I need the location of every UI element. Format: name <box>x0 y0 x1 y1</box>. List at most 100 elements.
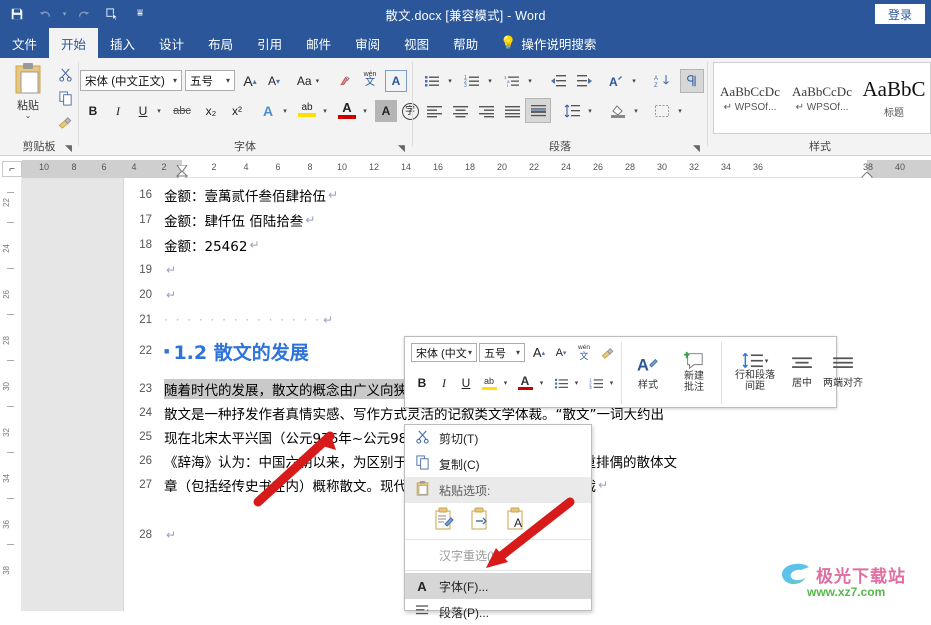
tab-layout[interactable]: 布局 <box>196 28 245 58</box>
undo-dropdown-icon[interactable]: ▾ <box>60 2 69 26</box>
tab-home[interactable]: 开始 <box>49 28 99 58</box>
subscript-button[interactable]: x₂ <box>199 100 223 122</box>
quick-access-toolbar[interactable]: ▾ ⩸ <box>4 0 153 28</box>
vertical-ruler[interactable]: 22 24 26 28 30 32 34 36 38 <box>0 178 22 611</box>
mini-styles-button[interactable]: A 样式 <box>627 343 669 401</box>
mini-justify-button[interactable]: 两端对齐 <box>819 343 867 401</box>
asian-layout-dropdown-icon[interactable]: ▾ <box>628 70 640 92</box>
paragraph-dialog-launcher[interactable]: ◥ <box>693 143 703 153</box>
align-right-button[interactable] <box>474 100 498 122</box>
tab-design[interactable]: 设计 <box>147 28 196 58</box>
customize-qat-icon[interactable]: ⩸ <box>127 2 153 26</box>
mini-center-button[interactable]: 居中 <box>785 343 819 401</box>
document-line[interactable]: 18 金额：25462 ↵ <box>124 232 931 257</box>
undo-icon[interactable] <box>32 2 58 26</box>
paste-button[interactable]: 粘贴 ⌄ <box>4 62 52 134</box>
mini-phonetic-button[interactable]: wén 文 <box>573 341 595 363</box>
shading-button[interactable] <box>606 100 630 122</box>
mini-grow-font-button[interactable]: A ▴ <box>529 343 549 362</box>
char-shading-button[interactable]: A <box>375 100 397 122</box>
mini-bullets-button[interactable] <box>551 373 571 393</box>
mini-bullets-dropdown-icon[interactable]: ▾ <box>571 373 582 393</box>
line-spacing-button[interactable] <box>560 100 584 122</box>
context-menu-paste-options[interactable]: A <box>405 503 591 537</box>
mini-toolbar[interactable]: 宋体 (中文 ▾ 五号 ▾ A ▴ A ▾ wén 文 B I U ab ▾ A ▾… <box>404 336 863 408</box>
tab-view[interactable]: 视图 <box>392 28 441 58</box>
keep-text-only-icon[interactable]: A <box>505 507 527 533</box>
mini-bold-button[interactable]: B <box>413 373 431 393</box>
save-icon[interactable] <box>4 2 30 26</box>
character-border-button[interactable]: A <box>385 70 407 92</box>
copy-button[interactable] <box>54 87 76 109</box>
format-painter-button[interactable] <box>54 111 76 133</box>
tab-mailings[interactable]: 邮件 <box>294 28 343 58</box>
document-line[interactable]: 19 ↵ <box>124 257 931 282</box>
font-name-combo[interactable]: 宋体 (中文正文) ▾ <box>80 70 182 91</box>
line-spacing-dropdown-icon[interactable]: ▾ <box>584 100 596 122</box>
context-menu-item-font[interactable]: A 字体(F)... <box>405 573 591 599</box>
underline-dropdown-icon[interactable]: ▾ <box>153 100 165 122</box>
style-item-2[interactable]: AaBbCcDc ↵ WPSOf... <box>786 63 858 133</box>
style-item-3[interactable]: AaBbC 标题 <box>858 63 930 133</box>
mini-numbering-button[interactable]: 123 <box>586 373 606 393</box>
redo-icon[interactable] <box>71 2 97 26</box>
document-line[interactable]: 20 ↵ <box>124 282 931 307</box>
clipboard-dialog-launcher[interactable]: ◥ <box>65 143 75 153</box>
document-line[interactable]: 16 金额：壹萬贰仟叁佰肆拾伍 ↵ <box>124 182 931 207</box>
text-effects-button[interactable]: A <box>257 100 279 122</box>
mini-font-color-button[interactable]: A <box>515 371 535 395</box>
bullets-button[interactable] <box>420 70 444 92</box>
document-line[interactable]: 21 · · · · · · · · · · · · · · ↵ <box>124 307 931 332</box>
distribute-button[interactable] <box>500 100 524 122</box>
change-case-button[interactable]: Aa ▾ <box>291 70 325 92</box>
font-size-combo[interactable]: 五号 ▾ <box>185 70 235 91</box>
align-left-button[interactable] <box>422 100 446 122</box>
asian-layout-button[interactable]: A <box>604 70 628 92</box>
tab-file[interactable]: 文件 <box>0 28 50 58</box>
tab-stop-selector[interactable]: ⌐ <box>2 161 22 177</box>
signin-button[interactable]: 登录 <box>875 4 925 24</box>
mini-font-size-combo[interactable]: 五号 ▾ <box>479 343 525 362</box>
shading-dropdown-icon[interactable]: ▾ <box>630 100 642 122</box>
mini-shrink-font-button[interactable]: A ▾ <box>551 343 571 362</box>
merge-formatting-icon[interactable] <box>469 507 491 533</box>
mini-new-comment-button[interactable]: 新建 批注 <box>673 341 715 403</box>
sort-button[interactable]: AZ <box>650 70 674 92</box>
align-center-button[interactable] <box>448 100 472 122</box>
show-paragraph-marks-button[interactable] <box>680 69 704 93</box>
tab-insert[interactable]: 插入 <box>98 28 147 58</box>
font-color-button[interactable]: A <box>335 96 359 122</box>
grow-font-button[interactable]: A ▴ <box>239 70 261 92</box>
tab-review[interactable]: 审阅 <box>343 28 392 58</box>
decrease-indent-button[interactable] <box>546 70 570 92</box>
mini-format-painter-button[interactable] <box>597 343 617 362</box>
tell-me-search[interactable]: 💡 操作说明搜索 <box>490 28 606 58</box>
strikethrough-button[interactable]: abc <box>169 100 195 122</box>
multilevel-list-button[interactable]: 1 a i <box>500 70 524 92</box>
mini-numbering-dropdown-icon[interactable]: ▾ <box>606 373 617 393</box>
mini-line-spacing-button[interactable]: ▾ 行和段落 间距 <box>727 341 783 403</box>
justify-button[interactable] <box>525 98 551 123</box>
numbering-button[interactable]: 1 2 3 <box>460 70 484 92</box>
borders-dropdown-icon[interactable]: ▾ <box>674 100 686 122</box>
borders-button[interactable] <box>650 100 674 122</box>
highlight-button[interactable]: ab <box>295 96 319 122</box>
styles-gallery[interactable]: AaBbCcDc ↵ WPSOf... AaBbCcDc ↵ WPSOf... … <box>713 62 931 134</box>
context-menu[interactable]: 剪切(T) 复制(C) 粘贴选项: A 汉字重选(V) A 字体(F)... 段… <box>404 424 592 620</box>
numbering-dropdown-icon[interactable]: ▾ <box>484 70 496 92</box>
shrink-font-button[interactable]: A ▾ <box>263 70 285 92</box>
context-menu-item-copy[interactable]: 复制(C) <box>405 451 591 477</box>
mini-underline-button[interactable]: U <box>457 373 475 393</box>
superscript-button[interactable]: x² <box>225 100 249 122</box>
mini-font-color-dropdown-icon[interactable]: ▾ <box>536 373 547 393</box>
cut-button[interactable] <box>54 63 76 85</box>
highlight-dropdown-icon[interactable]: ▾ <box>319 100 331 122</box>
underline-button[interactable]: U <box>132 100 154 122</box>
keep-source-formatting-icon[interactable] <box>433 507 455 533</box>
text-effects-dropdown-icon[interactable]: ▾ <box>279 100 291 122</box>
mini-highlight-dropdown-icon[interactable]: ▾ <box>500 373 511 393</box>
context-menu-item-cut[interactable]: 剪切(T) <box>405 425 591 451</box>
document-line[interactable]: 17 金额：肆仟伍 佰陆拾叁 ↵ <box>124 207 931 232</box>
font-color-dropdown-icon[interactable]: ▾ <box>359 100 371 122</box>
touch-mode-icon[interactable] <box>99 2 125 26</box>
